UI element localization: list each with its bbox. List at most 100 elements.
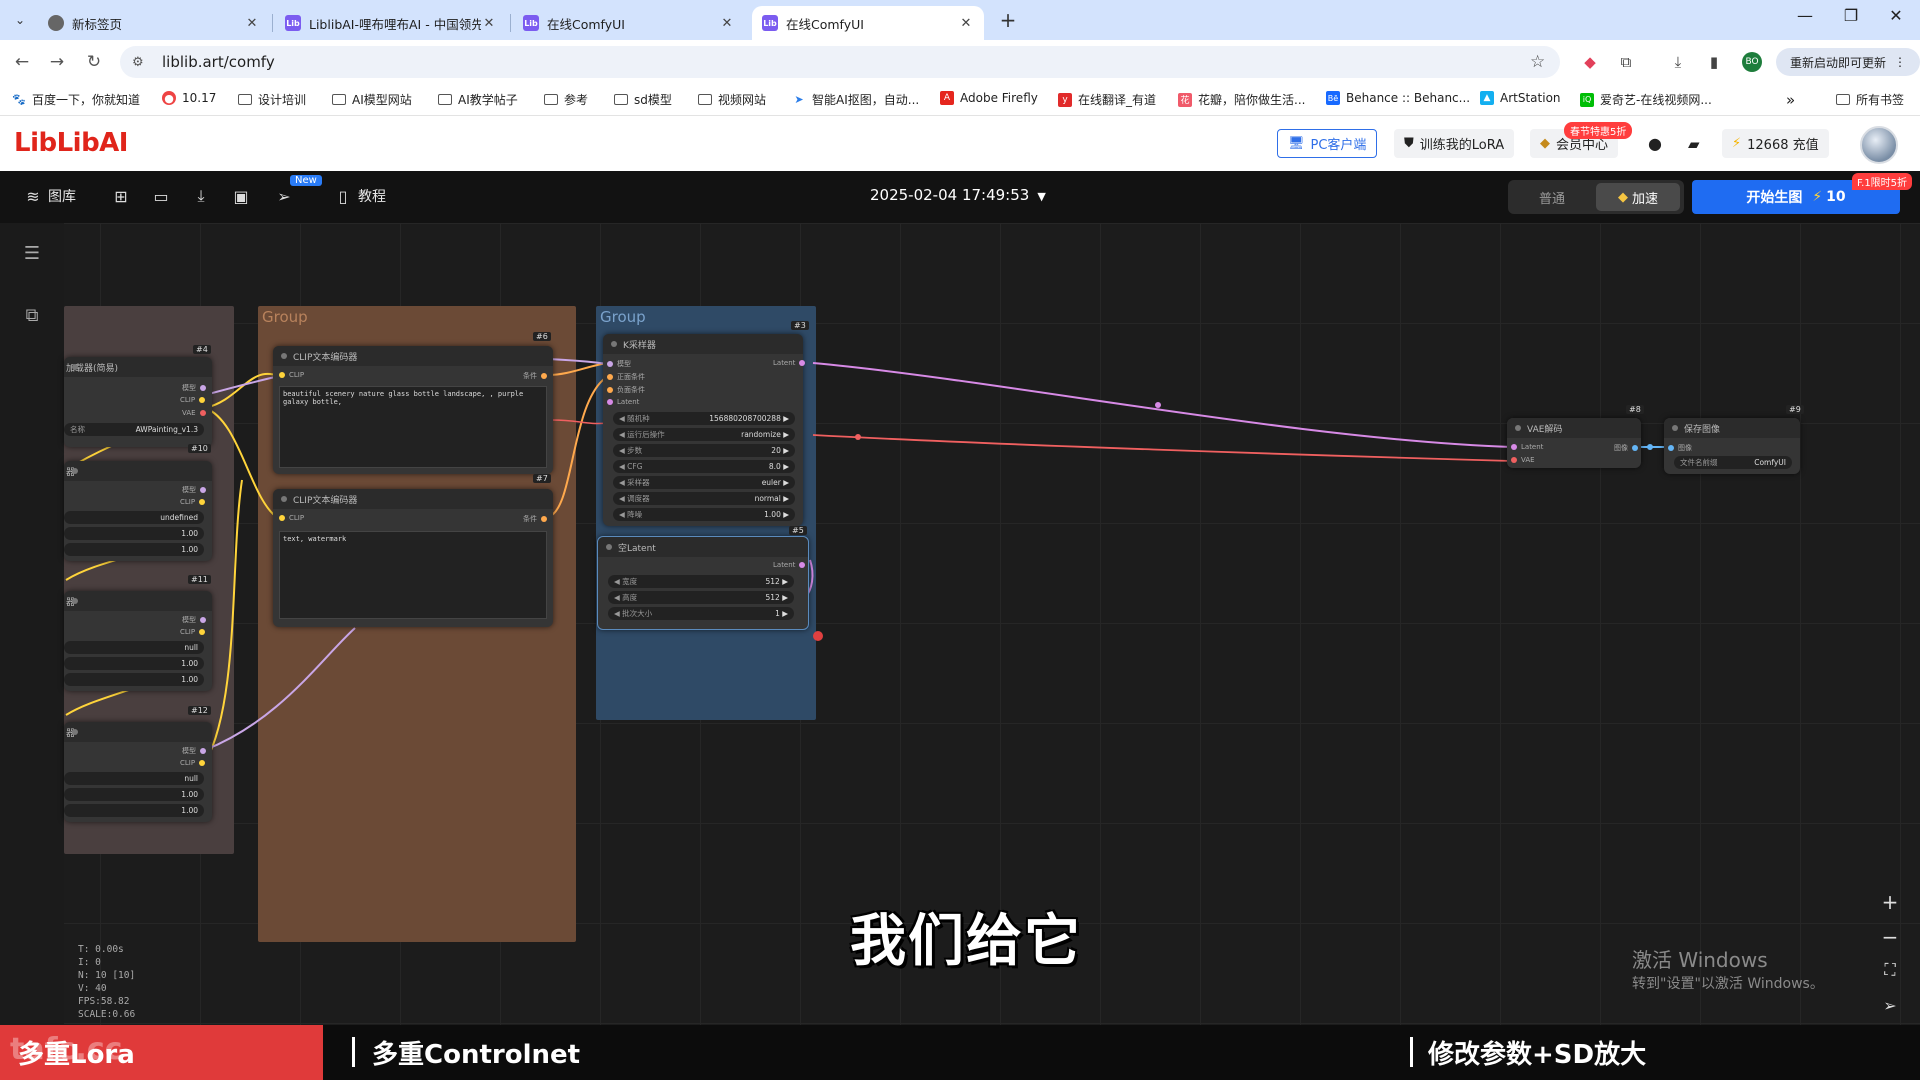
strength-model-widget[interactable]: 1.00 — [64, 527, 204, 540]
liblib-logo[interactable]: LibLibAI — [14, 128, 128, 158]
mode-normal-button[interactable]: 普通 — [1508, 180, 1596, 214]
lora-node-11[interactable]: 器 模型 CLIP null 1.00 1.00 — [64, 591, 212, 691]
restore-icon[interactable]: ❐ — [1831, 6, 1871, 25]
train-lora-button[interactable]: ⛊ 训练我的LoRA — [1394, 129, 1515, 158]
lora-name-widget[interactable]: undefined — [64, 511, 204, 524]
gallery-button[interactable]: ≋ 图库 — [22, 185, 76, 207]
download-workflow-button[interactable]: ⤓ — [190, 185, 212, 207]
bookmark-artstation[interactable]: ▲ ArtStation — [1480, 91, 1561, 105]
input-vae[interactable]: VAE — [1511, 456, 1535, 464]
publish-button[interactable]: ➢ — [273, 185, 295, 207]
browser-tab-2[interactable]: Lib LiblibAI-哩布哩布AI - 中国领先… ✕ — [275, 6, 507, 40]
bookmark-folder-video[interactable]: 视频网站 — [698, 91, 766, 108]
output-vae[interactable]: VAE — [182, 409, 206, 417]
close-window-icon[interactable]: ✕ — [1876, 6, 1916, 25]
queue-list-icon[interactable]: ☰ — [20, 243, 44, 267]
ksampler-node[interactable]: K采样器 模型 正面条件 负面条件 Latent Latent ◀ 随机种 156… — [603, 334, 806, 526]
tutorial-button[interactable]: ▯ 教程 — [332, 185, 386, 207]
new-workflow-button[interactable]: ⊞ — [110, 185, 132, 207]
output-latent[interactable]: Latent — [773, 561, 806, 569]
vae-decode-node[interactable]: VAE解码 Latent VAE 图像 — [1507, 418, 1641, 468]
bookmark-folder-ai-posts[interactable]: AI教学帖子 — [438, 91, 518, 108]
site-info-icon[interactable]: ⚙ — [132, 55, 150, 70]
save-image-node[interactable]: 保存图像 图像 文件名前缀 ComfyUI — [1664, 418, 1800, 474]
strength-clip-widget[interactable]: 1.00 — [64, 543, 204, 556]
batch-size-widget[interactable]: ◀ 批次大小 1 ▶ — [608, 607, 794, 620]
reload-icon[interactable]: ↻ — [82, 50, 106, 74]
strength-clip-widget[interactable]: 1.00 — [64, 804, 204, 817]
sidepanel-icon[interactable]: ▮ — [1704, 52, 1724, 72]
browser-tab-3[interactable]: Lib 在线ComfyUI ✕ — [513, 6, 745, 40]
strength-model-widget[interactable]: 1.00 — [64, 657, 204, 670]
lora-node-12[interactable]: 器 模型 CLIP null 1.00 1.00 — [64, 722, 212, 822]
input-clip[interactable]: CLIP — [279, 371, 304, 379]
zoom-in-icon[interactable]: + — [1878, 890, 1902, 914]
all-bookmarks-button[interactable]: 所有书签 — [1836, 91, 1904, 108]
output-clip[interactable]: CLIP — [180, 628, 206, 636]
node-library-icon[interactable]: ⧉ — [20, 305, 44, 329]
cfg-widget[interactable]: ◀ CFG 8.0 ▶ — [613, 460, 795, 473]
output-conditioning[interactable]: 条件 — [523, 371, 547, 381]
close-tab-icon[interactable]: ✕ — [719, 16, 735, 31]
prompt-textarea[interactable]: beautiful scenery nature glass bottle la… — [279, 386, 547, 468]
bookmark-behance[interactable]: Bē Behance :: Behanc... — [1326, 91, 1470, 105]
denoise-widget[interactable]: ◀ 降噪 1.00 ▶ — [613, 508, 795, 521]
close-tab-icon[interactable]: ✕ — [481, 16, 497, 31]
strength-model-widget[interactable]: 1.00 — [64, 788, 204, 801]
input-latent[interactable]: Latent — [607, 398, 639, 406]
bookmark-baidu[interactable]: 🐾 百度一下，你就知道 — [12, 91, 140, 108]
prompt-textarea[interactable]: text, watermark — [279, 531, 547, 619]
output-model[interactable]: 模型 — [182, 615, 206, 625]
lora-name-widget[interactable]: null — [64, 641, 204, 654]
output-model[interactable]: 模型 — [182, 485, 206, 495]
strength-clip-widget[interactable]: 1.00 — [64, 673, 204, 686]
close-tab-icon[interactable]: ✕ — [958, 16, 974, 31]
seed-widget[interactable]: ◀ 随机种 156880208700288 ▶ — [613, 412, 795, 425]
output-clip[interactable]: CLIP — [180, 498, 206, 506]
zoom-out-icon[interactable]: − — [1878, 925, 1902, 949]
input-model[interactable]: 模型 — [607, 359, 631, 369]
bookmark-folder-sd[interactable]: sd模型 — [614, 91, 672, 108]
bookmark-folder-ai-models[interactable]: AI模型网站 — [332, 91, 412, 108]
folder-icon[interactable]: ▰ — [1678, 129, 1710, 158]
output-model[interactable]: 模型 — [182, 383, 206, 393]
input-image[interactable]: 图像 — [1668, 443, 1692, 453]
restart-update-button[interactable]: 重新启动即可更新 ⋮ — [1776, 48, 1920, 76]
extension-icon[interactable]: ◆ — [1580, 52, 1600, 72]
fit-view-icon[interactable]: ⛶ — [1878, 960, 1902, 984]
extensions-puzzle-icon[interactable]: ⧉ — [1616, 52, 1636, 72]
bookmark-star-icon[interactable]: ☆ — [1530, 52, 1545, 72]
input-latent[interactable]: Latent — [1511, 443, 1543, 451]
lora-node-4[interactable]: 加载器(简易) 模型 CLIP VAE 名称 AWPainting_v1.3 — [64, 357, 212, 447]
input-clip[interactable]: CLIP — [279, 514, 304, 522]
bookmark-adobe-firefly[interactable]: A Adobe Firefly — [940, 91, 1038, 105]
clip-text-encode-negative[interactable]: CLIP文本编码器 CLIP 条件 text, watermark — [273, 489, 553, 627]
close-tab-icon[interactable]: ✕ — [244, 16, 260, 31]
bookmark-iqiyi[interactable]: iQ 爱奇艺-在线视频网... — [1580, 91, 1712, 108]
browser-tab-4-active[interactable]: Lib 在线ComfyUI ✕ — [752, 6, 984, 40]
bookmark-huaban[interactable]: 花花瓣，陪你做生活... — [1178, 91, 1305, 108]
steps-widget[interactable]: ◀ 步数 20 ▶ — [613, 444, 795, 457]
lora-name-widget[interactable]: null — [64, 772, 204, 785]
download-icon[interactable]: ⤓ — [1668, 52, 1688, 72]
bookmark-youdao[interactable]: y 在线翻译_有道 — [1058, 91, 1156, 108]
credits-recharge-button[interactable]: ⚡ 12668 充值 — [1722, 129, 1829, 158]
bookmarks-overflow-button[interactable]: » — [1786, 91, 1795, 109]
input-positive[interactable]: 正面条件 — [607, 372, 645, 382]
bookmark-folder-design[interactable]: 设计培训 — [238, 91, 306, 108]
control-after-generate-widget[interactable]: ◀ 运行后操作 randomize ▶ — [613, 428, 795, 441]
open-workflow-button[interactable]: ▭ — [150, 185, 172, 207]
mode-fast-button[interactable]: ◆ 加速 — [1596, 183, 1680, 211]
user-avatar[interactable] — [1860, 126, 1898, 164]
minimize-icon[interactable]: — — [1785, 6, 1825, 25]
sampler-widget[interactable]: ◀ 采样器 euler ▶ — [613, 476, 795, 489]
bookmark-ai-cutout[interactable]: ➤ 智能AI抠图，自动... — [792, 91, 919, 108]
bookmark-folder-reference[interactable]: 参考 — [544, 91, 588, 108]
output-clip[interactable]: CLIP — [180, 396, 206, 404]
width-widget[interactable]: ◀ 宽度 512 ▶ — [608, 575, 794, 588]
height-widget[interactable]: ◀ 高度 512 ▶ — [608, 591, 794, 604]
profile-avatar[interactable]: BO — [1742, 52, 1762, 72]
pc-client-button[interactable]: 🖥 PC客户端 — [1277, 129, 1378, 158]
output-conditioning[interactable]: 条件 — [523, 514, 547, 524]
back-icon[interactable]: ← — [10, 50, 34, 74]
